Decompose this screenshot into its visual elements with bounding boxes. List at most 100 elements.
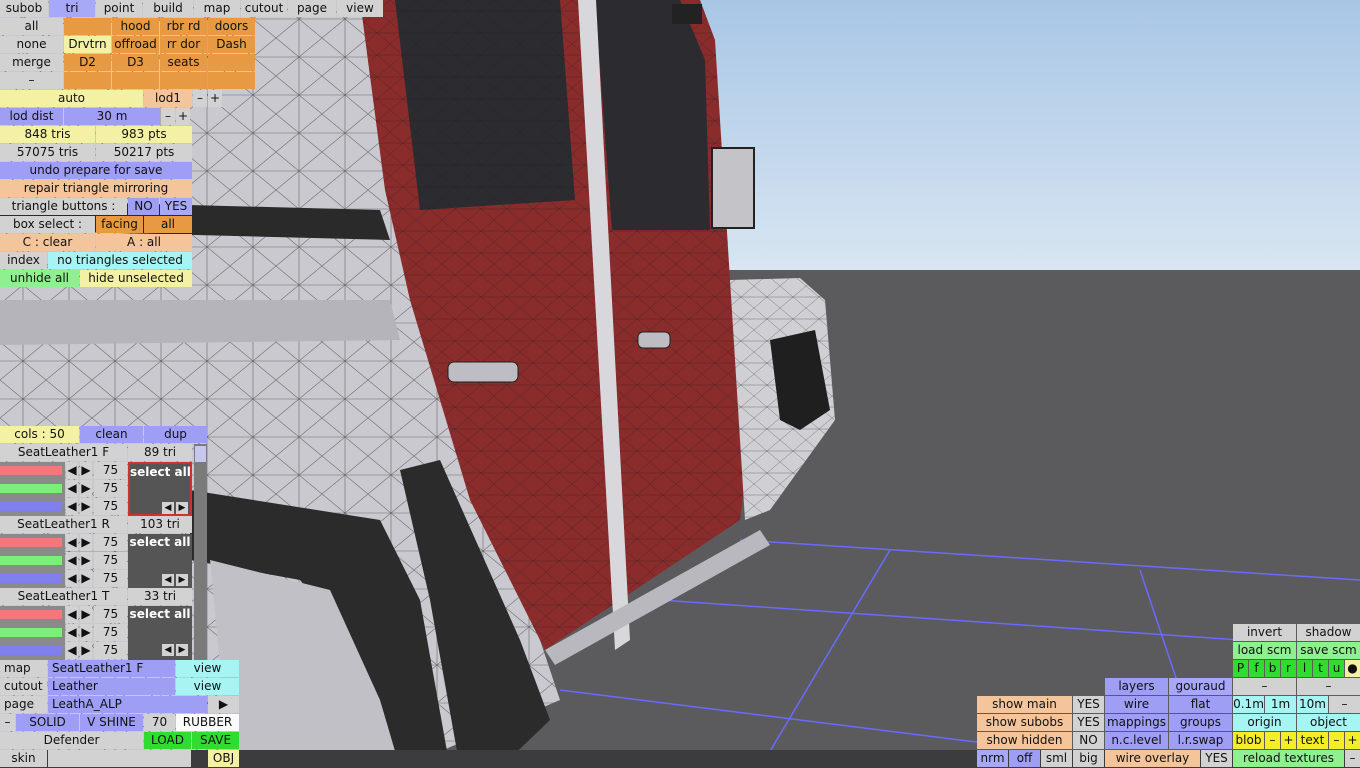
dash-button-2[interactable]: – [1297,678,1360,695]
flag-t[interactable]: t [1313,660,1328,677]
blue-slider[interactable] [0,574,62,583]
normals-nrm-button[interactable]: nrm [977,750,1008,767]
red-slider[interactable] [0,610,62,619]
dash-button-1[interactable]: – [1233,678,1296,695]
flag-l[interactable]: l [1297,660,1312,677]
subob-offroad[interactable]: offroad [112,36,159,53]
arrow-left-button[interactable]: ◀ [66,624,78,641]
triangle-buttons-no[interactable]: NO [128,198,159,215]
size-minus-button[interactable]: – [1329,696,1360,713]
text-plus-button[interactable]: + [1345,732,1360,749]
gouraud-button[interactable]: gouraud [1169,678,1232,695]
subob-empty-2[interactable] [208,54,255,71]
clear-key-hint[interactable]: C : clear [0,234,95,251]
page-next-icon[interactable]: ▶ [208,696,239,713]
index-button[interactable]: index [0,252,47,269]
dup-button[interactable]: dup [144,426,207,443]
show-main-toggle[interactable]: YES [1073,696,1104,713]
map-view-button[interactable]: view [176,660,239,677]
menu-cutout[interactable]: cutout [241,0,287,17]
arrow-right-button[interactable]: ▶ [80,498,92,515]
invert-button[interactable]: invert [1233,624,1296,641]
solid-button[interactable]: SOLID [16,714,79,731]
show-subobs-toggle[interactable]: YES [1073,714,1104,731]
subob-hood[interactable]: hood [112,18,159,35]
arrow-right-button[interactable]: ▶ [80,534,92,551]
size-01m-button[interactable]: 0.1m [1233,696,1264,713]
save-button[interactable]: SAVE [192,732,239,749]
green-value[interactable]: 75 [94,624,127,641]
blue-slider[interactable] [0,502,62,511]
material-name[interactable]: SeatLeather1 F [0,444,127,461]
arrow-left-button[interactable]: ◀ [66,570,78,587]
hide-unselected-button[interactable]: hide unselected [80,270,192,287]
nc-level-button[interactable]: n.c.level [1105,732,1168,749]
all-key-hint[interactable]: A : all [96,234,192,251]
map-value[interactable]: SeatLeather1 F [48,660,175,677]
lod-dist-value[interactable]: 30 m [64,108,160,125]
subob-empty-4[interactable] [112,72,159,89]
load-scm-button[interactable]: load scm [1233,642,1296,659]
red-value[interactable]: 75 [94,534,127,551]
size-1m-button[interactable]: 1m [1265,696,1296,713]
obj-button[interactable]: OBJ [208,750,239,767]
menu-map[interactable]: map [194,0,240,17]
arrow-right-button[interactable]: ▶ [80,462,92,479]
subob-seats[interactable]: seats [160,54,207,71]
save-scm-button[interactable]: save scm [1297,642,1360,659]
shine-button[interactable]: V SHINE [80,714,143,731]
menu-point[interactable]: point [96,0,142,17]
dot-icon[interactable]: ● [1345,660,1360,677]
subob-empty-1[interactable] [64,18,111,35]
arrow-right-button[interactable]: ▶ [80,606,92,623]
arrow-right-button[interactable]: ▶ [80,570,92,587]
arrow-left-button[interactable]: ◀ [66,642,78,659]
show-hidden-toggle[interactable]: NO [1073,732,1104,749]
arrow-right-button[interactable]: ▶ [176,574,188,586]
mappings-button[interactable]: mappings [1105,714,1168,731]
arrow-right-button[interactable]: ▶ [80,552,92,569]
menu-view[interactable]: view [337,0,383,17]
green-value[interactable]: 75 [94,552,127,569]
subob-empty-3[interactable] [64,72,111,89]
blob-minus-button[interactable]: – [1265,732,1280,749]
materials-scrollbar-thumb[interactable] [195,446,206,462]
subob-d2[interactable]: D2 [64,54,111,71]
wire-overlay-toggle[interactable]: YES [1201,750,1232,767]
arrow-left-button[interactable]: ◀ [66,552,78,569]
box-select-facing[interactable]: facing [96,216,143,233]
subob-doors[interactable]: doors [208,18,255,35]
subob-empty-5[interactable] [160,72,207,89]
subob-all[interactable]: all [0,18,63,35]
subob-none[interactable]: none [0,36,63,53]
arrow-right-button[interactable]: ▶ [80,624,92,641]
shading-minus-button[interactable]: – [0,714,15,731]
blob-plus-button[interactable]: + [1281,732,1296,749]
arrow-left-button[interactable]: ◀ [66,534,78,551]
green-slider[interactable] [0,628,62,637]
lod-auto-button[interactable]: auto [0,90,143,107]
lod-dist-minus[interactable]: – [161,108,175,125]
flag-r[interactable]: r [1281,660,1296,677]
lod-level-plus[interactable]: + [208,90,222,107]
subob-drvtrn[interactable]: Drvtrn [64,36,111,53]
menu-subob[interactable]: subob [0,0,48,17]
page-value[interactable]: LeathA_ALP [48,696,207,713]
menu-page[interactable]: page [288,0,336,17]
materials-scrollbar[interactable] [194,444,207,660]
arrow-right-button[interactable]: ▶ [80,642,92,659]
arrow-right-button[interactable]: ▶ [80,480,92,497]
arrow-right-button[interactable]: ▶ [176,502,188,514]
subob-rr-dor[interactable]: rr dor [160,36,207,53]
arrow-left-button[interactable]: ◀ [162,644,174,656]
menu-build[interactable]: build [143,0,193,17]
red-slider[interactable] [0,466,62,475]
lod-level-minus[interactable]: – [193,90,207,107]
flag-u[interactable]: u [1329,660,1344,677]
flag-p[interactable]: P [1233,660,1248,677]
material-name[interactable]: SeatLeather1 R [0,516,127,533]
arrow-left-button[interactable]: ◀ [162,574,174,586]
layers-button[interactable]: layers [1105,678,1168,695]
subob-d3[interactable]: D3 [112,54,159,71]
flat-button[interactable]: flat [1169,696,1232,713]
